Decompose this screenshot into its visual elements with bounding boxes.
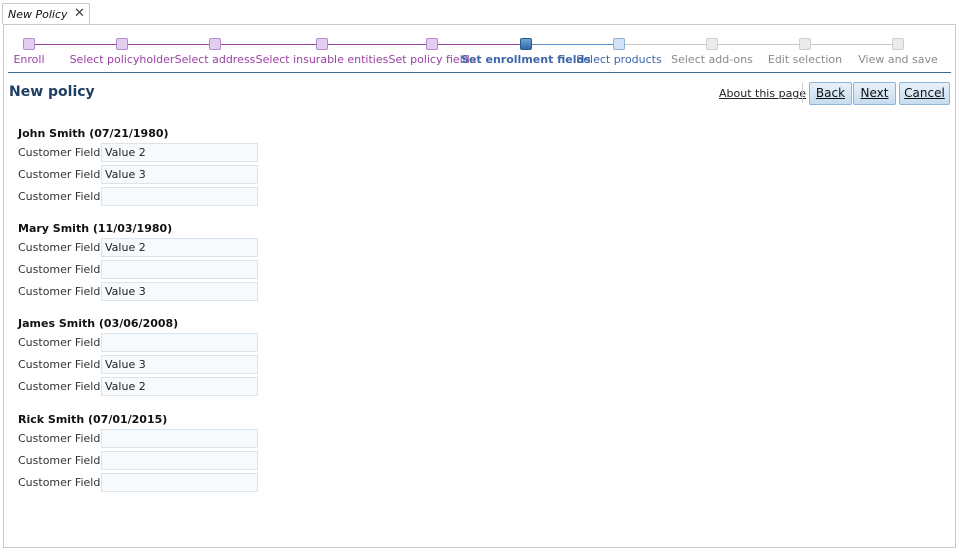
- field-row: Customer Field 4: [18, 473, 258, 495]
- wizard-step-label[interactable]: Select policyholder: [70, 53, 175, 66]
- tab-label: New Policy: [8, 8, 68, 21]
- field-label: Customer Field 3: [18, 358, 111, 371]
- wizard-step-marker[interactable]: [316, 38, 328, 50]
- customer-field-input[interactable]: [101, 165, 258, 184]
- wizard-step-label[interactable]: Select products: [576, 53, 661, 66]
- person-name: Mary Smith (11/03/1980): [18, 222, 173, 235]
- customer-field-input[interactable]: [101, 187, 258, 206]
- person-block: John Smith (07/21/1980) Customer Field 2 C…: [18, 125, 258, 209]
- field-label: Customer Field 2: [18, 241, 111, 254]
- wizard-connector: [128, 44, 209, 45]
- wizard-step-label[interactable]: Set enrollment fields: [461, 53, 591, 66]
- field-label: Customer Field 3: [18, 168, 111, 181]
- field-row: Customer Field 3: [18, 451, 258, 473]
- cancel-button[interactable]: Cancel: [899, 82, 950, 105]
- next-button[interactable]: Next: [853, 82, 896, 105]
- wizard-connector: [718, 44, 799, 45]
- wizard-step-marker[interactable]: [613, 38, 625, 50]
- field-row: Customer Field 4: [18, 377, 258, 399]
- main-panel: Enroll Select policyholder Select address S…: [3, 24, 956, 548]
- field-row: Customer Field 2: [18, 143, 258, 165]
- customer-field-input[interactable]: [101, 377, 258, 396]
- wizard-connector: [221, 44, 316, 45]
- field-row: Customer Field 2: [18, 333, 258, 355]
- wizard-connector: [811, 44, 892, 45]
- tab-new-policy[interactable]: New Policy ✕: [2, 3, 90, 24]
- page-title: New policy: [9, 84, 95, 100]
- person-block: James Smith (03/06/2008) Customer Field 2…: [18, 315, 258, 399]
- customer-field-input[interactable]: [101, 451, 258, 470]
- person-name: John Smith (07/21/1980): [18, 127, 169, 140]
- field-row: Customer Field 2: [18, 429, 258, 451]
- wizard-step-marker[interactable]: [209, 38, 221, 50]
- wizard-step-marker[interactable]: [799, 38, 811, 50]
- customer-field-input[interactable]: [101, 260, 258, 279]
- toolbar-separator: [802, 83, 803, 103]
- wizard-divider: [8, 72, 951, 73]
- customer-field-input[interactable]: [101, 355, 258, 374]
- person-name: Rick Smith (07/01/2015): [18, 413, 168, 426]
- wizard-step-label[interactable]: Edit selection: [768, 53, 842, 66]
- wizard-step-marker[interactable]: [426, 38, 438, 50]
- field-label: Customer Field 2: [18, 146, 111, 159]
- field-label: Customer Field 2: [18, 336, 111, 349]
- wizard-step-label[interactable]: Enroll: [13, 53, 44, 66]
- field-label: Customer Field 3: [18, 454, 111, 467]
- wizard-connector: [625, 44, 706, 45]
- customer-field-input[interactable]: [101, 143, 258, 162]
- field-label: Customer Field 3: [18, 263, 111, 276]
- field-row: Customer Field 3: [18, 355, 258, 377]
- close-icon[interactable]: ✕: [74, 6, 85, 21]
- wizard-connector: [328, 44, 426, 45]
- field-row: Customer Field 3: [18, 260, 258, 282]
- wizard-step-label[interactable]: Select address: [175, 53, 256, 66]
- back-button[interactable]: Back: [809, 82, 852, 105]
- field-row: Customer Field 4: [18, 282, 258, 304]
- field-label: Customer Field 2: [18, 432, 111, 445]
- field-label: Customer Field 4: [18, 190, 111, 203]
- wizard-connector: [532, 44, 613, 45]
- wizard-step-marker[interactable]: [520, 38, 532, 50]
- wizard-step-label[interactable]: Select insurable entities: [256, 53, 389, 66]
- wizard-step-label[interactable]: Select add-ons: [671, 53, 753, 66]
- wizard-connector: [35, 44, 116, 45]
- field-row: Customer Field 3: [18, 165, 258, 187]
- person-block: Rick Smith (07/01/2015) Customer Field 2 C…: [18, 411, 258, 495]
- field-label: Customer Field 4: [18, 476, 111, 489]
- customer-field-input[interactable]: [101, 282, 258, 301]
- field-label: Customer Field 4: [18, 380, 111, 393]
- customer-field-input[interactable]: [101, 333, 258, 352]
- wizard-connector: [438, 44, 520, 45]
- wizard-step-marker[interactable]: [116, 38, 128, 50]
- field-label: Customer Field 4: [18, 285, 111, 298]
- about-page-link[interactable]: About this page: [719, 87, 806, 100]
- wizard-steps: Enroll Select policyholder Select address S…: [4, 25, 955, 73]
- wizard-step-label[interactable]: View and save: [858, 53, 938, 66]
- person-block: Mary Smith (11/03/1980) Customer Field 2 C…: [18, 220, 258, 304]
- customer-field-input[interactable]: [101, 473, 258, 492]
- wizard-step-marker[interactable]: [892, 38, 904, 50]
- person-name: James Smith (03/06/2008): [18, 317, 179, 330]
- customer-field-input[interactable]: [101, 238, 258, 257]
- field-row: Customer Field 4: [18, 187, 258, 209]
- wizard-step-marker[interactable]: [23, 38, 35, 50]
- wizard-step-marker[interactable]: [706, 38, 718, 50]
- tab-bar: New Policy ✕: [0, 0, 959, 26]
- field-row: Customer Field 2: [18, 238, 258, 260]
- customer-field-input[interactable]: [101, 429, 258, 448]
